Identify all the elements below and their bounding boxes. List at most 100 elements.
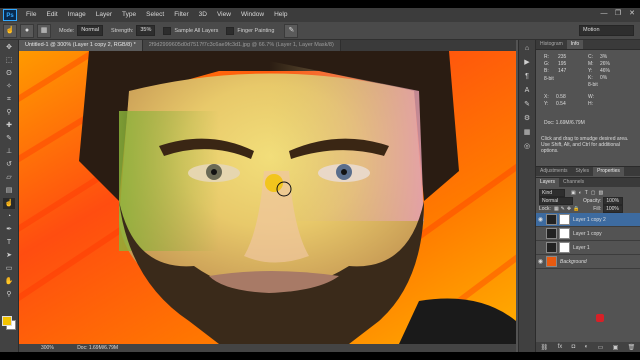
eye-icon[interactable]: ◉ <box>536 258 545 265</box>
menu-help[interactable]: Help <box>269 8 292 22</box>
menu-edit[interactable]: Edit <box>41 8 62 22</box>
sample-all-layers-checkbox[interactable] <box>163 26 172 35</box>
lock-row: Lock: ▦✎✥🔒 Fill: 100% <box>536 205 640 213</box>
layer-thumbnail <box>546 242 557 253</box>
layers-panel-tabs: Layers Channels <box>536 177 640 187</box>
layer-mask-thumbnail[interactable] <box>559 214 570 225</box>
tab-channels[interactable]: Channels <box>559 178 588 187</box>
dodge-tool-icon[interactable]: ◔ <box>3 211 15 222</box>
tab-styles[interactable]: Styles <box>572 167 594 176</box>
zoom-level[interactable]: 300% <box>41 345 54 351</box>
tab-histogram[interactable]: Histogram <box>536 40 567 49</box>
tab-info[interactable]: Info <box>566 40 584 49</box>
layer-mask-thumbnail[interactable] <box>559 242 570 253</box>
hand-tool-icon[interactable]: ✋ <box>3 276 15 287</box>
menu-type[interactable]: Type <box>117 8 141 22</box>
adjustments-panel-tabs: Adjustments Styles Properties <box>536 166 640 176</box>
foreground-color-swatch[interactable] <box>2 316 12 326</box>
restore-icon[interactable]: ❐ <box>614 10 622 18</box>
gradient-tool-icon[interactable]: ▤ <box>3 185 15 196</box>
layer-row[interactable]: Layer 1 copy <box>536 227 640 241</box>
clone-stamp-tool-icon[interactable]: ⊥ <box>3 146 15 157</box>
smudge-tool-preset-icon[interactable]: ☝ <box>3 23 17 38</box>
info-bits-left: 8-bit <box>544 76 554 82</box>
character-icon[interactable]: A <box>522 86 532 96</box>
actions-icon[interactable]: ▶ <box>522 58 532 68</box>
eyedropper-tool-icon[interactable]: ⚲ <box>3 107 15 118</box>
workspace-select[interactable]: Motion <box>579 25 634 36</box>
paragraph-icon[interactable]: ¶ <box>522 72 532 82</box>
path-select-tool-icon[interactable]: ➤ <box>3 250 15 261</box>
info-k-value: 0% <box>600 75 608 81</box>
swatches-icon[interactable]: ▦ <box>522 128 532 138</box>
opacity-input[interactable]: 100% <box>603 197 624 205</box>
mode-label: Mode: <box>59 27 75 34</box>
brush-preset-icon[interactable]: ● <box>20 23 34 38</box>
history-brush-tool-icon[interactable]: ↺ <box>3 159 15 170</box>
healing-brush-tool-icon[interactable]: ✚ <box>3 120 15 131</box>
type-tool-icon[interactable]: T <box>3 237 15 248</box>
layer-row[interactable]: Layer 1 <box>536 241 640 255</box>
group-icon[interactable]: ▭ <box>598 344 604 351</box>
move-tool-icon[interactable]: ✥ <box>3 42 15 53</box>
menu-3d[interactable]: 3D <box>194 8 212 22</box>
trash-icon[interactable]: 🗑 <box>628 344 636 351</box>
mode-select[interactable]: Normal <box>77 25 104 36</box>
pressure-icon[interactable]: ✎ <box>284 23 299 38</box>
blend-mode-select[interactable]: Normal <box>539 197 573 205</box>
finger-painting-checkbox[interactable] <box>226 26 235 35</box>
menu-file[interactable]: File <box>21 8 41 22</box>
brush-presets-icon[interactable]: ✎ <box>522 100 532 110</box>
menu-select[interactable]: Select <box>141 8 169 22</box>
menu-view[interactable]: View <box>212 8 236 22</box>
canvas-area[interactable] <box>19 51 516 344</box>
crop-tool-icon[interactable]: ⌗ <box>3 94 15 105</box>
tab-properties[interactable]: Properties <box>593 167 624 176</box>
lasso-tool-icon[interactable]: ʘ <box>3 68 15 79</box>
close-icon[interactable]: ✕ <box>628 10 636 18</box>
new-layer-icon[interactable]: ▣ <box>613 344 619 351</box>
menu-layer[interactable]: Layer <box>91 8 117 22</box>
history-icon[interactable]: ⌂ <box>522 44 532 54</box>
zoom-tool-icon[interactable]: ⚲ <box>3 289 15 300</box>
kind-filter-select[interactable]: Kind <box>539 189 565 197</box>
layer-name: Layer 1 copy 2 <box>573 216 606 223</box>
tab-untitled-1[interactable]: Untitled-1 @ 300% (Layer 1 copy 2, RGB/8… <box>19 40 143 51</box>
quick-select-tool-icon[interactable]: ✧ <box>3 81 15 92</box>
adjustment-layer-icon[interactable]: ◐ <box>585 344 589 350</box>
lock-icons[interactable]: ▦✎✥🔒 <box>554 206 581 212</box>
filter-type-icons[interactable]: ▣◐T▢▧ <box>571 190 606 196</box>
doc-size: Doc: 1.69M/6.79M <box>77 345 119 351</box>
menu-image[interactable]: Image <box>63 8 91 22</box>
opacity-label: Opacity: <box>583 198 602 204</box>
strength-input[interactable]: 35% <box>136 25 156 36</box>
brush-tool-icon[interactable]: ✎ <box>3 133 15 144</box>
finger-painting-label: Finger Painting <box>237 27 275 34</box>
minimize-icon[interactable]: — <box>600 10 608 18</box>
layer-style-icon[interactable]: fx <box>558 344 563 350</box>
shape-tool-icon[interactable]: ▭ <box>3 263 15 274</box>
add-mask-icon[interactable]: ◘ <box>572 344 576 350</box>
smudge-tool-icon[interactable]: ☝ <box>3 198 15 209</box>
layer-row[interactable]: ◉ Background <box>536 255 640 269</box>
collapsed-panel-strip: ⌂ ▶ ¶ A ✎ ⚙ ▦ ◎ <box>518 40 536 352</box>
menu-window[interactable]: Window <box>236 8 269 22</box>
fill-input[interactable]: 100% <box>603 205 624 213</box>
tab-source-image[interactable]: 2f9d2999605d0d7517f7c3c6ae9fc3d1.jpg @ 6… <box>142 40 341 51</box>
photoshop-window: Ps File Edit Image Layer Type Select Fil… <box>0 8 640 352</box>
navigator-icon[interactable]: ◎ <box>522 142 532 152</box>
layer-row[interactable]: ◉ Layer 1 copy 2 <box>536 213 640 227</box>
marquee-tool-icon[interactable]: ⬚ <box>3 55 15 66</box>
pen-tool-icon[interactable]: ✒ <box>3 224 15 235</box>
eraser-tool-icon[interactable]: ▱ <box>3 172 15 183</box>
menu-filter[interactable]: Filter <box>169 8 193 22</box>
eye-icon[interactable]: ◉ <box>536 216 545 223</box>
tab-adjustments[interactable]: Adjustments <box>536 167 572 176</box>
tab-layers[interactable]: Layers <box>536 178 560 187</box>
tool-presets-icon[interactable]: ⚙ <box>522 114 532 124</box>
info-bits-right: 8-bit <box>588 82 598 88</box>
layer-mask-thumbnail[interactable] <box>559 228 570 239</box>
link-layers-icon[interactable]: ⛓ <box>541 344 549 351</box>
brush-panel-icon[interactable]: ▦ <box>37 23 51 38</box>
blend-row: Normal Opacity: 100% <box>536 197 640 205</box>
